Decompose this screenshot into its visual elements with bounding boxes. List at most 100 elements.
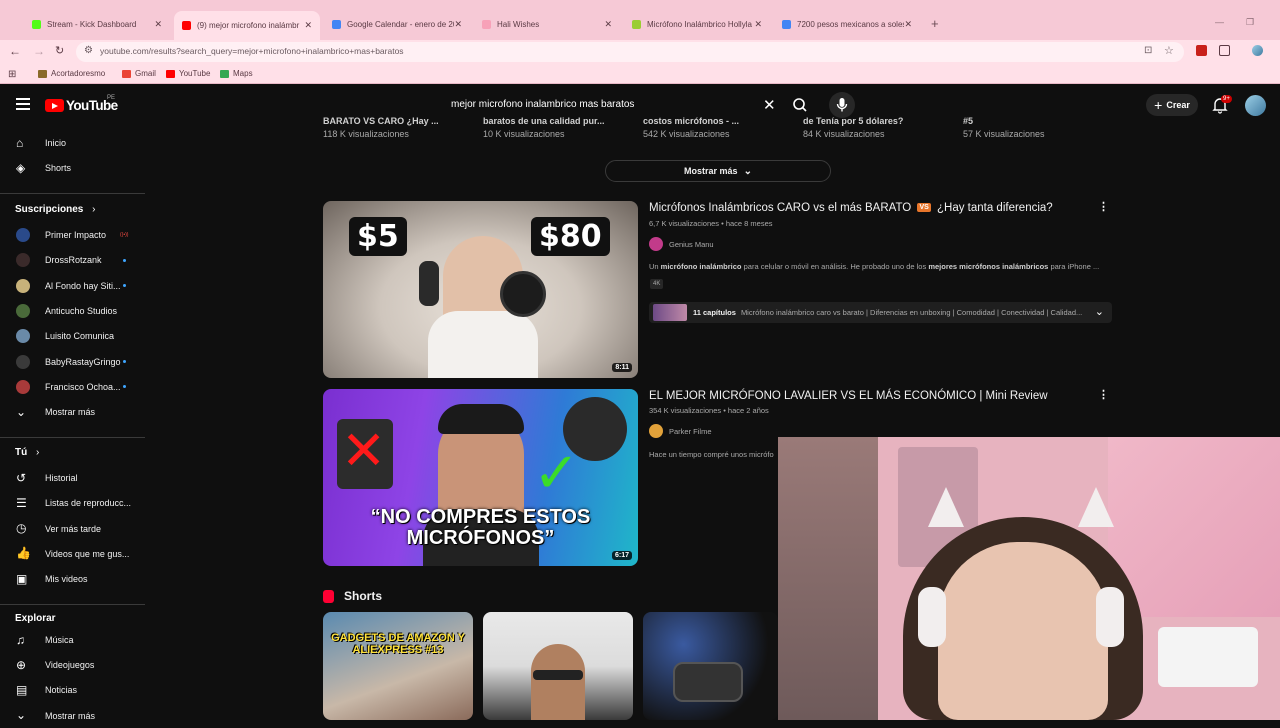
sidebar-item-label: Historial bbox=[45, 473, 78, 483]
subscription-item[interactable]: Anticucho Studios bbox=[0, 299, 150, 323]
subscription-item[interactable]: DrossRotzank bbox=[0, 248, 150, 272]
sidebar-item-you[interactable]: 👍 Videos que me gus... bbox=[0, 542, 150, 566]
sidebar-show-more[interactable]: ⌄ Mostrar más bbox=[0, 400, 150, 424]
sidebar-item-you[interactable]: ▣ Mis videos bbox=[0, 567, 150, 591]
profile-avatar[interactable] bbox=[1252, 45, 1263, 56]
reload-icon[interactable]: ↻ bbox=[55, 44, 64, 57]
tab-title: (9) mejor microfono inalámbr bbox=[197, 21, 300, 30]
bookmark-label: Gmail bbox=[135, 69, 156, 78]
chapters-count: 11 capítulos bbox=[693, 308, 736, 317]
subscription-item[interactable]: Luisito Comunica bbox=[0, 324, 150, 348]
chapters-bar[interactable]: 11 capítulos Micrófono inalámbrico caro … bbox=[649, 302, 1112, 323]
short-thumbnail[interactable] bbox=[483, 612, 633, 720]
subscription-item[interactable]: Al Fondo hay Siti... bbox=[0, 274, 150, 298]
youtube-logo[interactable]: YouTube PE bbox=[45, 95, 118, 113]
you-header[interactable]: Tú › bbox=[15, 447, 39, 458]
thumbnail-shirt bbox=[428, 311, 538, 378]
channel-name: Genius Manu bbox=[669, 239, 714, 249]
extension-icon[interactable] bbox=[1196, 45, 1207, 56]
apps-grid-icon[interactable]: ⊞ bbox=[8, 69, 16, 80]
close-tab-icon[interactable]: ✕ bbox=[604, 19, 612, 30]
subscriptions-header[interactable]: Suscripciones › bbox=[15, 204, 95, 215]
home-icon: ⌂ bbox=[16, 135, 24, 150]
maximize-icon[interactable]: ❐ bbox=[1246, 17, 1254, 28]
sidebar-item-shorts[interactable]: ◈ Shorts bbox=[0, 156, 150, 180]
search-input[interactable]: mejor microfono inalambrico mas baratos bbox=[451, 99, 634, 110]
notification-count: 9+ bbox=[1221, 95, 1232, 103]
sidebar-item-inicio[interactable]: ⌂ Inicio bbox=[0, 131, 150, 155]
close-tab-icon[interactable]: ✕ bbox=[454, 19, 462, 30]
new-content-dot bbox=[123, 258, 126, 262]
channel-link[interactable]: Genius Manu bbox=[649, 237, 714, 251]
more-options-icon[interactable]: ⋮ bbox=[1098, 388, 1109, 401]
minimize-icon[interactable]: — bbox=[1215, 17, 1224, 27]
show-more-button[interactable]: Mostrar más ⌄ bbox=[605, 160, 831, 182]
sidebar-item-you[interactable]: ◷ Ver más tarde bbox=[0, 517, 150, 541]
sunglasses-icon bbox=[533, 670, 583, 680]
subscription-item[interactable]: Primer Impacto ((•)) bbox=[0, 223, 150, 247]
video-title[interactable]: EL MEJOR MICRÓFONO LAVALIER VS EL MÁS EC… bbox=[649, 390, 1048, 402]
short-thumbnail[interactable] bbox=[643, 612, 778, 720]
install-app-icon[interactable]: ⊡ bbox=[1144, 45, 1152, 56]
account-avatar[interactable] bbox=[1245, 95, 1266, 116]
country-code: PE bbox=[107, 95, 116, 101]
browser-tab[interactable]: Google Calendar - enero de 20 ✕ bbox=[324, 13, 470, 35]
subscription-label: Francisco Ochoa... bbox=[45, 381, 121, 392]
sidebar-item-explore[interactable]: ⊕ Videojuegos bbox=[0, 653, 150, 677]
sidebar-item-explore[interactable]: ⌄ Mostrar más bbox=[0, 704, 150, 728]
video-thumbnail[interactable]: $5 $80 8:11 bbox=[323, 201, 638, 378]
forward-icon[interactable]: → bbox=[33, 44, 45, 58]
menu-icon[interactable] bbox=[16, 98, 30, 113]
channel-link[interactable]: Parker Filme bbox=[649, 424, 712, 438]
browser-tab[interactable]: (9) mejor microfono inalámbr ✕ bbox=[174, 11, 320, 40]
more-options-icon[interactable]: ⋮ bbox=[1098, 200, 1109, 213]
sidebar-item-label: Mis videos bbox=[45, 574, 88, 585]
sidebar-item-you[interactable]: ☰ Listas de reproducc... bbox=[0, 491, 150, 515]
video-title[interactable]: Micrófonos Inalámbricos CARO vs el más B… bbox=[649, 202, 1053, 214]
bookmark-item[interactable]: Maps bbox=[220, 69, 253, 78]
back-icon[interactable]: ← bbox=[9, 44, 21, 58]
subscription-item[interactable]: Francisco Ochoa... bbox=[0, 375, 150, 399]
previous-result[interactable]: #5 57 K visualizaciones bbox=[963, 116, 1045, 139]
previous-result-title: costos micrófonos - ... bbox=[643, 116, 740, 126]
voice-search-button[interactable] bbox=[829, 92, 855, 118]
previous-result-title: de Tenía por 5 dólares? bbox=[803, 116, 904, 126]
close-tab-icon[interactable]: ✕ bbox=[904, 19, 912, 30]
channel-avatar bbox=[16, 253, 30, 268]
new-tab-button[interactable]: + bbox=[931, 16, 939, 31]
chevron-down-icon[interactable]: ⌄ bbox=[1095, 305, 1104, 318]
extensions-puzzle-icon[interactable] bbox=[1219, 45, 1230, 56]
sidebar-item-you[interactable]: ↺ Historial bbox=[0, 466, 150, 490]
video-thumbnail[interactable]: ✕ ✓ “NO COMPRES ESTOS MICRÓFONOS” 6:17 bbox=[323, 389, 638, 566]
browser-tab[interactable]: 7200 pesos mexicanos a soles ✕ bbox=[774, 13, 920, 35]
create-button[interactable]: + Crear bbox=[1146, 94, 1198, 116]
site-info-icon[interactable]: ⚙ bbox=[84, 45, 93, 56]
bookmark-item[interactable]: Gmail bbox=[122, 69, 156, 78]
close-tab-icon[interactable]: ✕ bbox=[754, 19, 762, 30]
search-button[interactable] bbox=[786, 93, 814, 117]
close-tab-icon[interactable]: ✕ bbox=[154, 19, 162, 30]
previous-result[interactable]: BARATO VS CARO ¿Hay ... 118 K visualizaci… bbox=[323, 116, 439, 139]
bookmark-star-icon[interactable]: ☆ bbox=[1164, 44, 1174, 57]
url-field[interactable]: ⚙ youtube.com/results?search_query=mejor… bbox=[76, 42, 1184, 62]
clear-search-icon[interactable]: ✕ bbox=[763, 96, 776, 114]
sidebar-item-label: Música bbox=[45, 635, 74, 645]
browser-tab[interactable]: Stream - Kick Dashboard ✕ bbox=[24, 13, 170, 35]
search-box[interactable]: mejor microfono inalambrico mas baratos … bbox=[443, 92, 783, 118]
chevron-right-icon: › bbox=[36, 447, 40, 458]
microphone-icon bbox=[419, 261, 439, 306]
sidebar-item-explore[interactable]: ▤ Noticias bbox=[0, 678, 150, 702]
previous-result[interactable]: costos micrófonos - ... 542 K visualizaci… bbox=[643, 116, 739, 139]
subscription-item[interactable]: BabyRastayGringo bbox=[0, 350, 150, 374]
sidebar-item-explore[interactable]: ♫ Música bbox=[0, 628, 150, 652]
previous-result-views: 10 K visualizaciones bbox=[483, 129, 565, 139]
previous-result[interactable]: de Tenía por 5 dólares? 84 K visualizacio… bbox=[803, 116, 903, 139]
browser-tab[interactable]: Micrófono Inalámbrico Hollyla ✕ bbox=[624, 13, 770, 35]
browser-tab[interactable]: Hali Wishes ✕ bbox=[474, 13, 620, 35]
previous-result[interactable]: baratos de una calidad pur... 10 K visual… bbox=[483, 116, 605, 139]
close-tab-icon[interactable]: ✕ bbox=[304, 20, 312, 31]
quality-tag: 4K bbox=[650, 279, 664, 289]
bookmark-item[interactable]: Acortadoresmo bbox=[38, 69, 105, 78]
bookmark-item[interactable]: YouTube bbox=[166, 69, 210, 78]
short-thumbnail[interactable]: GADGETS DE AMAZON Y ALIEXPRESS #13 bbox=[323, 612, 473, 720]
